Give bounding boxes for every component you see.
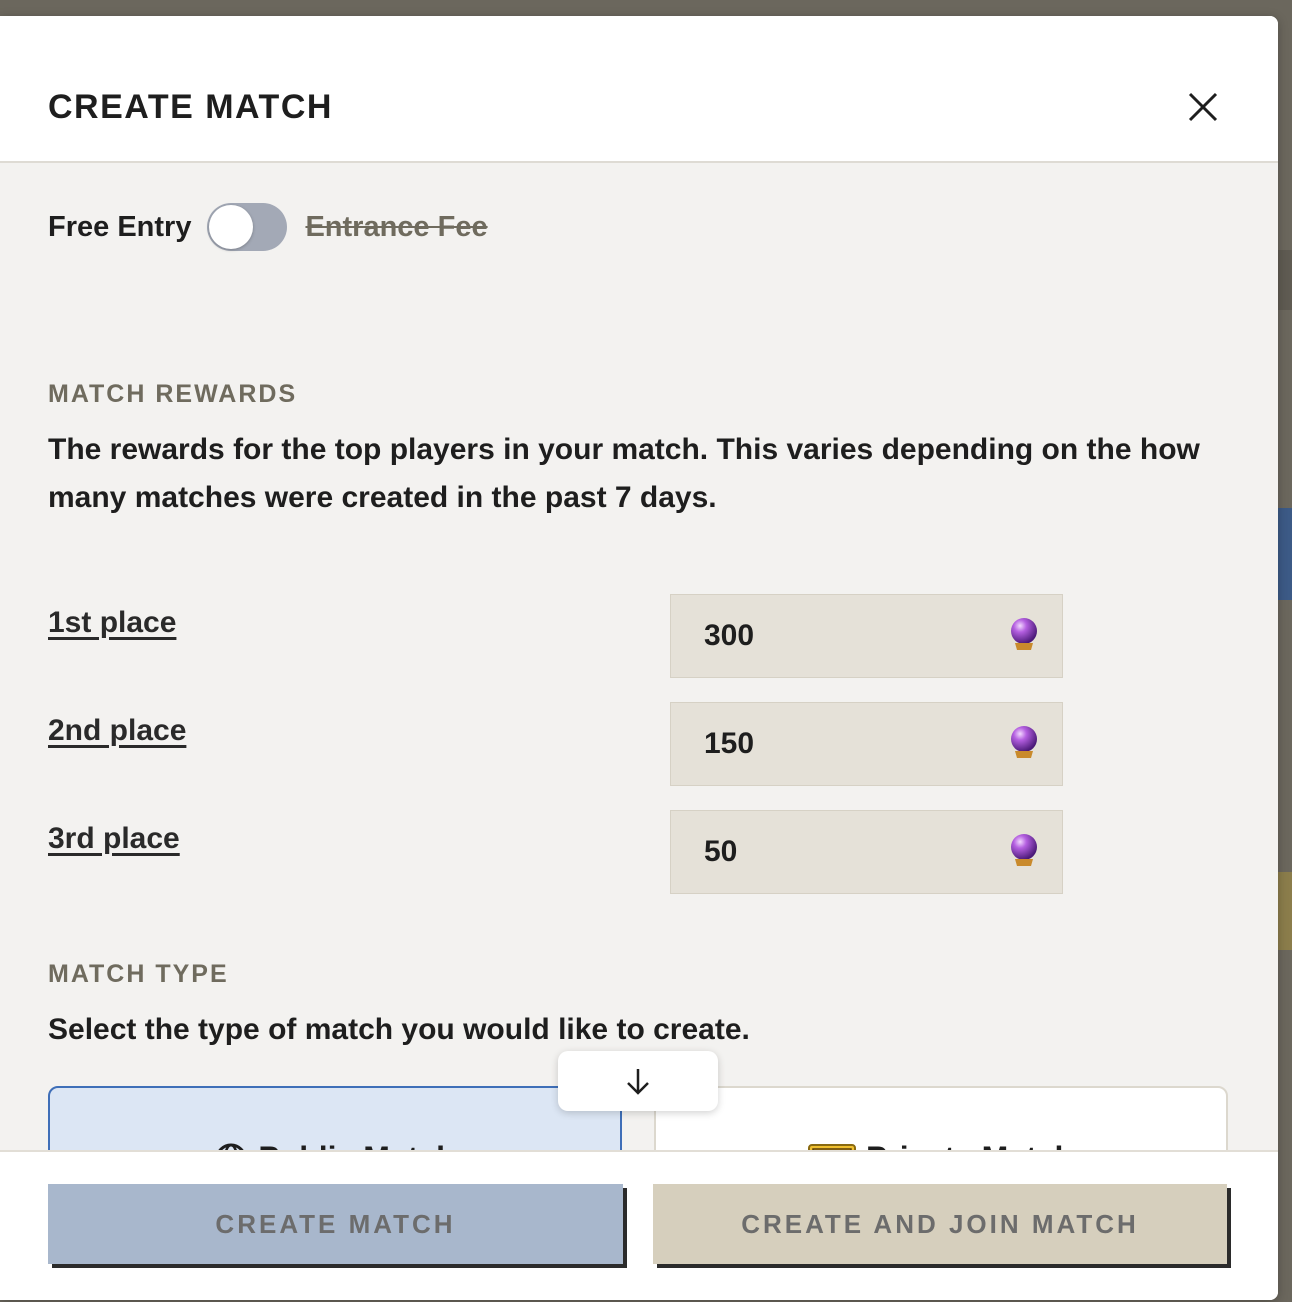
- reward-field-2nd[interactable]: [670, 702, 1063, 786]
- entrance-fee-label: Entrance Fee: [305, 210, 488, 243]
- modal-header: CREATE MATCH: [0, 16, 1278, 163]
- entry-fee-toggle[interactable]: [207, 203, 288, 251]
- modal-body: Free Entry Entrance Fee MATCH REWARDS Th…: [0, 163, 1278, 1150]
- create-match-modal: CREATE MATCH Free Entry Entrance Fee MAT…: [0, 16, 1278, 1300]
- free-entry-label: Free Entry: [48, 210, 192, 243]
- crystal-ball-icon: [1011, 726, 1037, 758]
- private-match-option[interactable]: PASS Private Match: [654, 1086, 1228, 1150]
- toggle-knob: [209, 205, 254, 249]
- background-panel: [1276, 250, 1292, 310]
- scroll-down-button[interactable]: [558, 1051, 718, 1111]
- close-button[interactable]: [1180, 87, 1226, 127]
- arrow-down-icon: [627, 1069, 649, 1095]
- public-match-option[interactable]: Public Match: [48, 1086, 622, 1150]
- modal-title: CREATE MATCH: [48, 88, 333, 126]
- entry-toggle-row: Free Entry Entrance Fee: [48, 203, 488, 251]
- background-panel: [1276, 508, 1292, 600]
- reward-field-1st[interactable]: [670, 594, 1063, 678]
- globe-icon: [218, 1143, 245, 1150]
- match-type-description: Select the type of match you would like …: [48, 1013, 750, 1046]
- reward-input-1st[interactable]: [704, 595, 984, 677]
- match-rewards-heading: MATCH REWARDS: [48, 380, 298, 408]
- place-label-3rd[interactable]: 3rd place: [48, 822, 180, 856]
- close-icon: [1188, 92, 1218, 122]
- create-match-button[interactable]: CREATE MATCH: [48, 1184, 623, 1264]
- create-and-join-match-button[interactable]: CREATE AND JOIN MATCH: [653, 1184, 1227, 1264]
- reward-field-3rd[interactable]: [670, 810, 1063, 894]
- place-label-2nd[interactable]: 2nd place: [48, 714, 186, 748]
- pass-icon: PASS: [807, 1143, 856, 1150]
- match-rewards-description: The rewards for the top players in your …: [48, 433, 1200, 514]
- public-match-label: Public Match: [258, 1140, 455, 1150]
- private-match-label: Private Match: [866, 1140, 1074, 1150]
- public-match-content: Public Match: [50, 1140, 620, 1150]
- match-type-heading: MATCH TYPE: [48, 960, 229, 988]
- crystal-ball-icon: [1011, 618, 1037, 650]
- reward-input-2nd[interactable]: [704, 703, 984, 785]
- private-match-content: PASS Private Match: [656, 1140, 1226, 1150]
- modal-footer: CREATE MATCH CREATE AND JOIN MATCH: [0, 1150, 1278, 1300]
- background-panel: [1276, 872, 1292, 950]
- place-label-1st[interactable]: 1st place: [48, 606, 176, 640]
- crystal-ball-icon: [1011, 834, 1037, 866]
- reward-input-3rd[interactable]: [704, 811, 984, 893]
